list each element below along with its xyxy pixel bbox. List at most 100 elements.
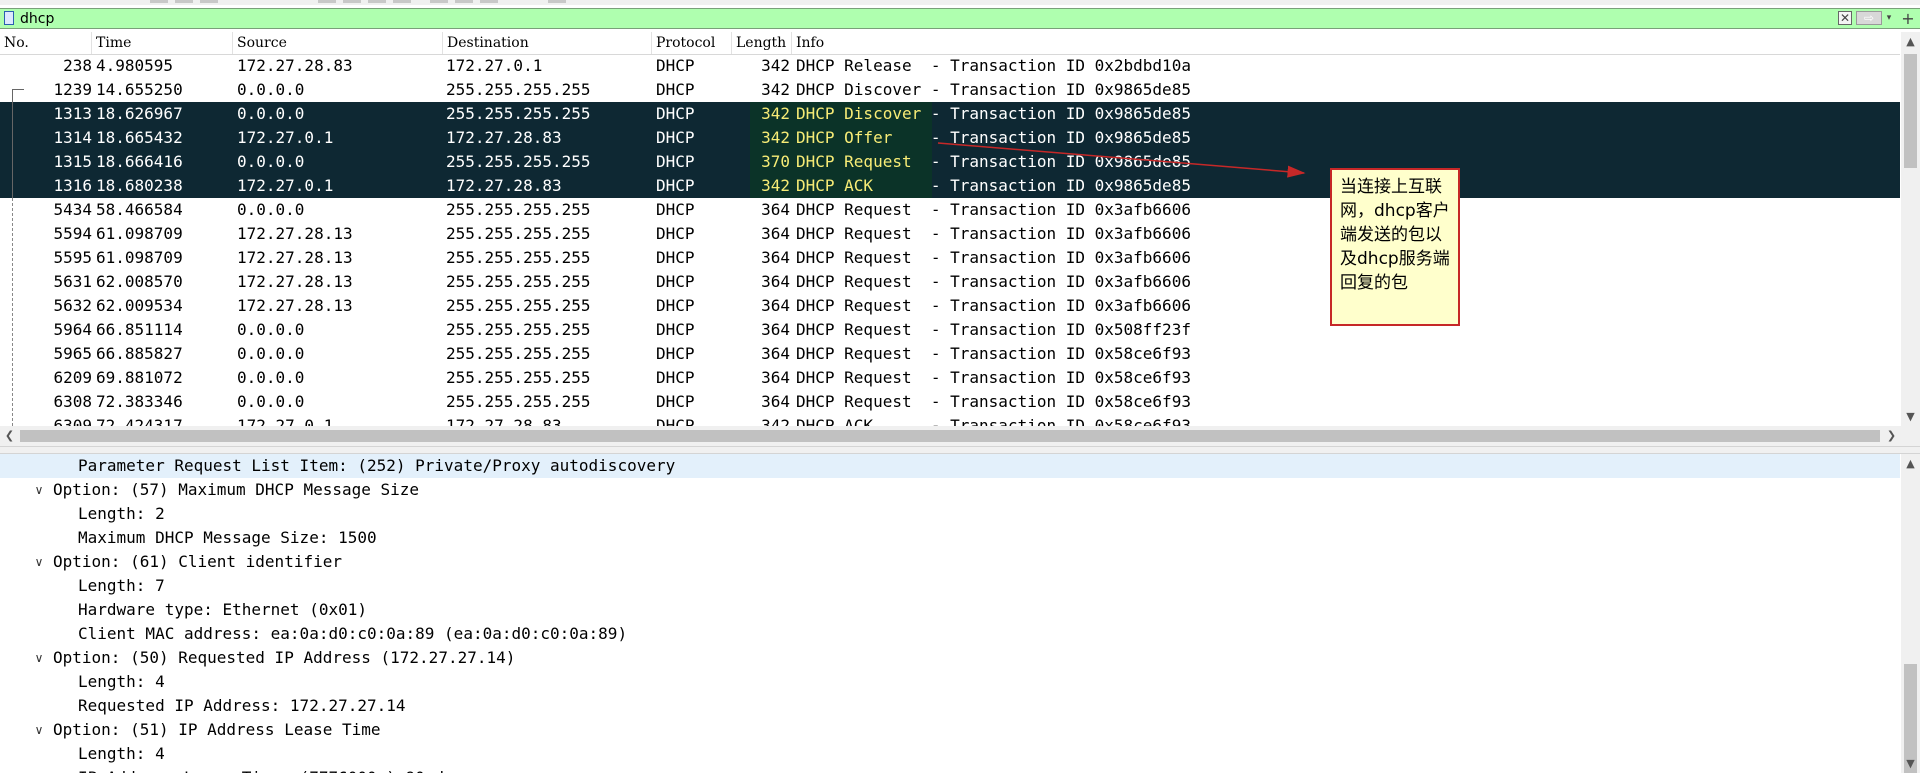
packet-cell-len: 342 [761,176,790,195]
column-header-length[interactable]: Length [732,32,792,54]
detail-text: Parameter Request List Item: (252) Priva… [78,456,676,475]
display-filter-input[interactable] [20,9,1820,28]
filter-history-dropdown-icon[interactable]: ▾ [1884,11,1894,25]
packet-cell-dst: 255.255.255.255 [446,80,591,99]
column-header-protocol[interactable]: Protocol [652,32,732,54]
packet-row[interactable]: 5965 66.885827 0.0.0.0 255.255.255.255 DHCP 3… [0,342,1900,366]
column-header-info[interactable]: Info [792,32,1900,54]
detail-row[interactable]: ∨ Option: (61) Client identifier [0,550,1900,574]
detail-row[interactable]: Hardware type: Ethernet (0x01) [0,598,1900,622]
packet-row[interactable]: 238 4.980595 172.27.28.83 172.27.0.1 DHCP 342… [0,54,1900,78]
toolbar-button[interactable] [150,0,168,3]
detail-row[interactable]: ∨ Option: (57) Maximum DHCP Message Size [0,478,1900,502]
packet-cell-time: 72.424317 [96,416,183,426]
scroll-up-icon[interactable]: ▲ [1901,454,1920,473]
column-header-no[interactable]: No. [0,32,92,54]
expand-chevron-icon[interactable]: ∨ [32,646,46,670]
detail-row[interactable]: Maximum DHCP Message Size: 1500 [0,526,1900,550]
packet-info-type: DHCP Request [796,320,922,339]
scrollbar-thumb[interactable] [20,430,1880,442]
bookmark-icon[interactable] [4,11,14,25]
column-header-source[interactable]: Source [233,32,443,54]
packet-info-transaction: - Transaction ID 0x3afb6606 [921,272,1191,291]
add-filter-button-icon[interactable]: + [1900,9,1916,28]
expand-chevron-icon[interactable]: ∨ [32,550,46,574]
packet-info-transaction: - Transaction ID 0x3afb6606 [921,296,1191,315]
scroll-up-icon[interactable]: ▲ [1901,32,1920,51]
packet-row[interactable]: 1315 18.666416 0.0.0.0 255.255.255.255 DHCP 3… [0,150,1900,174]
detail-row[interactable]: Client MAC address: ea:0a:d0:c0:0a:89 (e… [0,622,1900,646]
packet-row[interactable]: 1313 18.626967 0.0.0.0 255.255.255.255 DHCP 3… [0,102,1900,126]
scroll-down-icon[interactable]: ▼ [1901,407,1920,426]
packet-cell-dst: 172.27.28.83 [446,416,562,426]
detail-row[interactable]: Requested IP Address: 172.27.27.14 [0,694,1900,718]
packet-list-horizontal-scrollbar[interactable]: ❮ ❯ [0,426,1901,446]
clear-filter-icon[interactable]: ✕ [1838,11,1852,25]
packet-cell-time: 61.098709 [96,248,183,267]
packet-row[interactable]: 5631 62.008570 172.27.28.13 255.255.255.255… [0,270,1900,294]
expand-chevron-icon[interactable]: ∨ [32,478,46,502]
details-vertical-scrollbar[interactable]: ▲ ▼ [1901,454,1920,773]
packet-row[interactable]: 1239 14.655250 0.0.0.0 255.255.255.255 DHCP 3… [0,78,1900,102]
packet-cell-dst: 255.255.255.255 [446,104,591,123]
detail-row[interactable]: Length: 7 [0,574,1900,598]
scrollbar-thumb[interactable] [1904,54,1917,168]
packet-info-transaction: - Transaction ID 0x58ce6f93 [921,416,1191,426]
packet-row[interactable]: 1314 18.665432 172.27.0.1 172.27.28.83 DHCP 3… [0,126,1900,150]
scroll-right-icon[interactable]: ❯ [1882,426,1901,446]
toolbar-button[interactable] [343,0,361,3]
packet-cell-info: DHCP Request - Transaction ID 0x58ce6f93 [796,366,1191,390]
packet-cell-dst: 255.255.255.255 [446,272,591,291]
packet-cell-dst: 255.255.255.255 [446,152,591,171]
packet-cell-no: 1314 [53,128,92,147]
packet-cell-time: 62.009534 [96,296,183,315]
packet-cell-time: 18.666416 [96,152,183,171]
toolbar-button[interactable] [548,0,566,3]
packet-info-transaction: - Transaction ID 0x9865de85 [921,176,1191,195]
packet-row[interactable]: 6309 72.424317 172.27.0.1 172.27.28.83 DHCP 3… [0,414,1900,426]
packet-info-type: DHCP Request [796,152,922,171]
detail-row[interactable]: Parameter Request List Item: (252) Priva… [0,454,1900,478]
scroll-down-icon[interactable]: ▼ [1901,754,1920,773]
packet-row[interactable]: 5632 62.009534 172.27.28.13 255.255.255.255… [0,294,1900,318]
packet-cell-src: 0.0.0.0 [237,320,305,339]
pane-splitter[interactable] [0,446,1920,454]
toolbar-button[interactable] [175,0,193,3]
column-header-destination[interactable]: Destination [443,32,652,54]
toolbar-button[interactable] [455,0,473,3]
packet-cell-no: 5632 [53,296,92,315]
packet-cell-time: 61.098709 [96,224,183,243]
expand-chevron-icon[interactable]: ∨ [32,718,46,742]
packet-cell-time: 66.851114 [96,320,183,339]
scroll-left-icon[interactable]: ❮ [0,426,19,446]
packet-cell-info: DHCP ACK - Transaction ID 0x9865de85 [796,174,1191,198]
packet-cell-src: 172.27.28.83 [237,56,353,75]
toolbar-button[interactable] [368,0,386,3]
detail-row[interactable]: ∨ Option: (50) Requested IP Address (172.… [0,646,1900,670]
packet-row[interactable]: 5595 61.098709 172.27.28.13 255.255.255.255… [0,246,1900,270]
apply-filter-button[interactable]: ⇨ [1856,11,1882,25]
packet-cell-dst: 255.255.255.255 [446,368,591,387]
toolbar-button[interactable] [200,0,218,3]
packet-row[interactable]: 6308 72.383346 0.0.0.0 255.255.255.255 DHCP 3… [0,390,1900,414]
toolbar-button[interactable] [393,0,411,3]
column-header-time[interactable]: Time [92,32,233,54]
packet-row[interactable]: 5964 66.851114 0.0.0.0 255.255.255.255 DHCP 3… [0,318,1900,342]
toolbar-button[interactable] [318,0,336,3]
packet-list-vertical-scrollbar[interactable]: ▲ ▼ [1901,32,1920,426]
toolbar-button[interactable] [480,0,498,3]
packet-row[interactable]: 6209 69.881072 0.0.0.0 255.255.255.255 DHCP 3… [0,366,1900,390]
packet-info-type: DHCP Request [796,224,922,243]
packet-cell-dst: 255.255.255.255 [446,248,591,267]
packet-row[interactable]: 5434 58.466584 0.0.0.0 255.255.255.255 DHCP 3… [0,198,1900,222]
detail-text: Option: (61) Client identifier [53,552,342,571]
toolbar-button[interactable] [430,0,448,3]
detail-row[interactable]: Length: 2 [0,502,1900,526]
detail-row[interactable]: Length: 4 [0,670,1900,694]
packet-row[interactable]: 1316 18.680238 172.27.0.1 172.27.28.83 DHCP 3… [0,174,1900,198]
packet-cell-no: 5434 [53,200,92,219]
detail-row[interactable]: ∨ Option: (51) IP Address Lease Time [0,718,1900,742]
detail-row[interactable]: IP Address Lease Time: (7776000s) 90 day… [0,766,1900,773]
packet-row[interactable]: 5594 61.098709 172.27.28.13 255.255.255.255… [0,222,1900,246]
detail-row[interactable]: Length: 4 [0,742,1900,766]
